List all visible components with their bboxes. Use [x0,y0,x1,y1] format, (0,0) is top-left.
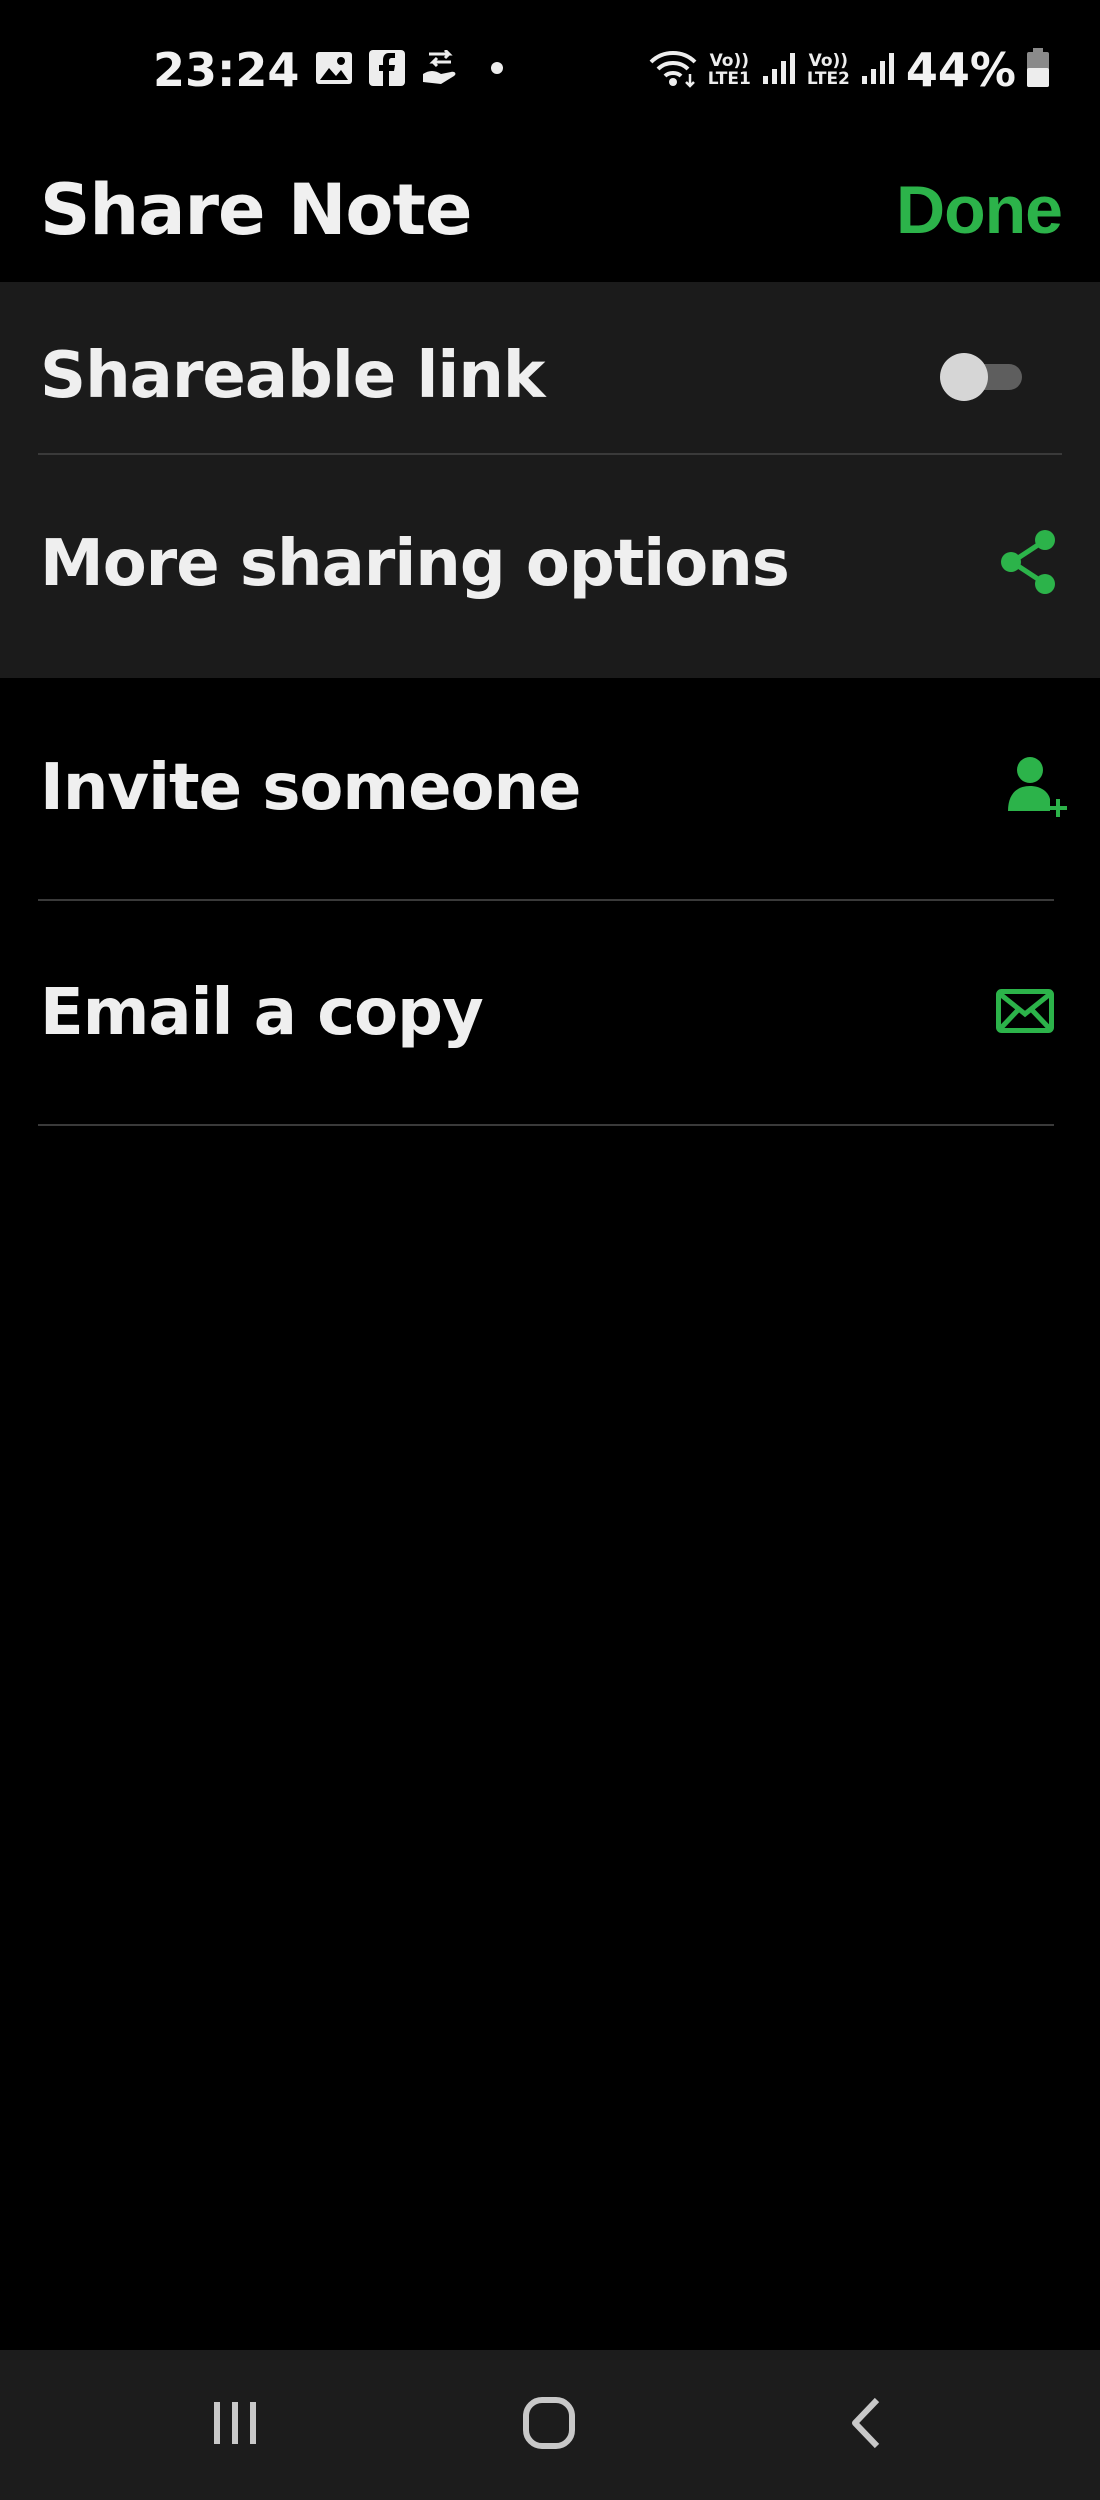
email-a-copy-row[interactable]: Email a copy [40,953,1062,1073]
divider [38,899,1054,901]
divider [38,1124,1054,1126]
recent-apps-button[interactable] [135,2350,335,2500]
gallery-icon [315,51,353,89]
back-button[interactable] [765,2350,965,2500]
header: Share Note Done [0,140,1100,280]
wifi-icon [648,48,698,92]
back-icon [845,2396,885,2454]
home-icon [522,2396,576,2454]
status-time: 23:24 [153,43,300,97]
invite-someone-row[interactable]: Invite someone [40,728,1067,848]
toggle-knob [940,353,988,401]
battery-icon [1026,48,1050,92]
invite-someone-label: Invite someone [40,751,581,825]
dot-icon [477,58,507,82]
facebook-icon [369,50,406,90]
done-button[interactable]: Done [896,171,1063,249]
network-2-bottom: LTE2 [806,69,850,89]
network-2-label: Vo)) LTE2 [807,52,850,88]
add-user-icon[interactable] [1006,753,1072,823]
hand-transfer-icon [421,48,461,90]
shareable-link-row[interactable]: Shareable link [40,316,1062,436]
status-bar: 23:24 Vo)) LTE1 Vo)) LTE2 44% [0,0,1100,140]
network-1-top: Vo)) [709,51,750,71]
recent-apps-icon [210,2398,260,2452]
network-2-top: Vo)) [808,51,849,71]
signal-icon [860,50,896,90]
email-icon[interactable] [996,989,1054,1037]
navigation-bar [0,2350,1100,2500]
divider [38,453,1062,455]
network-1-bottom: LTE1 [707,69,751,89]
status-right: Vo)) LTE1 Vo)) LTE2 44% [648,43,1050,97]
signal-icon [761,50,797,90]
page-title: Share Note [40,169,472,251]
more-sharing-options-label: More sharing options [40,527,790,601]
network-1-label: Vo)) LTE1 [708,52,751,88]
link-section: Shareable link More sharing options [0,282,1100,678]
more-sharing-options-row[interactable]: More sharing options [40,504,1062,624]
battery-percent: 44% [905,43,1016,97]
home-button[interactable] [449,2350,649,2500]
shareable-link-label: Shareable link [40,339,545,413]
status-left: 23:24 [153,43,507,97]
email-a-copy-label: Email a copy [40,976,484,1050]
shareable-link-toggle[interactable] [940,353,1022,401]
share-icon[interactable] [998,529,1060,599]
